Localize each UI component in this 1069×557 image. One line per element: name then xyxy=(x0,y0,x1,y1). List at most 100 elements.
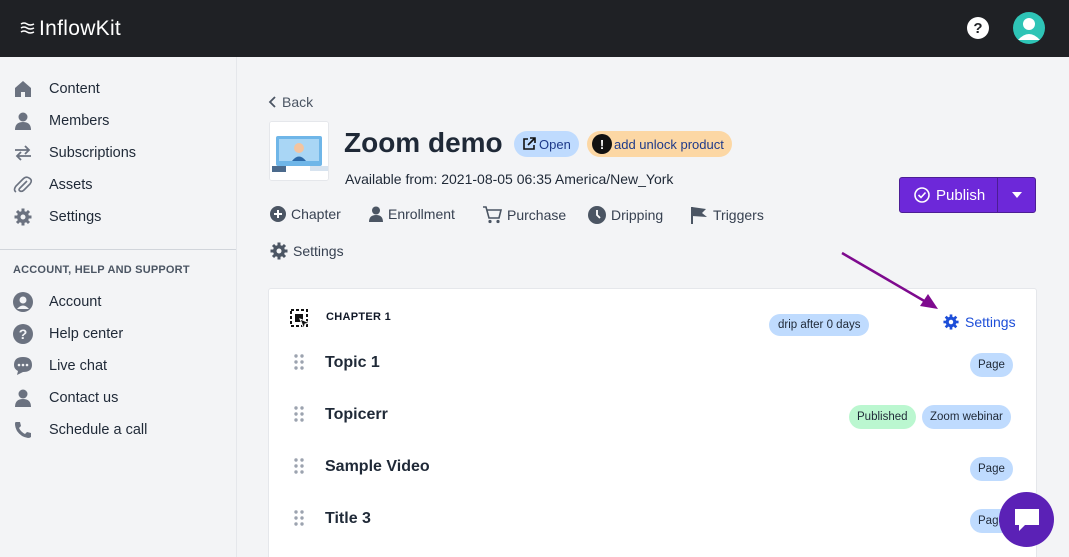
available-from-text: Available from: 2021-08-05 06:35 America… xyxy=(345,171,674,187)
status-badge: Published xyxy=(849,405,916,429)
user-avatar-icon[interactable] xyxy=(1013,12,1045,44)
tab-purchase[interactable]: Purchase xyxy=(482,206,566,224)
tab-label: Triggers xyxy=(713,207,764,223)
publish-split-button: Publish xyxy=(899,177,1036,213)
tab-label: Purchase xyxy=(507,207,567,223)
sidebar-item-content[interactable]: Content xyxy=(0,73,236,105)
sidebar-item-label: Account xyxy=(49,294,102,310)
publish-dropdown-toggle[interactable] xyxy=(998,192,1035,198)
topic-type-badge: Page xyxy=(970,353,1013,377)
publish-button[interactable]: Publish xyxy=(900,178,998,212)
list-item[interactable]: Sample Video Page xyxy=(269,457,1036,497)
tab-label: Dripping xyxy=(611,207,664,223)
plus-circle-icon xyxy=(270,206,286,222)
flag-icon xyxy=(691,207,707,224)
chapter-card: CHAPTER 1 drip after 0 days Settings Top… xyxy=(268,288,1037,557)
question-circle-icon: ? xyxy=(12,324,34,344)
external-link-icon xyxy=(523,137,536,150)
sidebar-item-contact-us[interactable]: Contact us xyxy=(0,382,236,414)
tab-enrollment[interactable]: Enrollment xyxy=(369,206,455,222)
chevron-left-icon xyxy=(268,96,276,108)
chat-icon xyxy=(1014,508,1039,531)
sidebar-item-live-chat[interactable]: Live chat xyxy=(0,350,236,382)
caret-down-icon xyxy=(1011,192,1022,198)
sidebar-item-label: Content xyxy=(49,81,100,97)
back-label: Back xyxy=(282,94,314,110)
page-title: Zoom demo xyxy=(344,127,503,158)
app-name: InflowKit xyxy=(39,16,122,40)
sidebar-item-subscriptions[interactable]: Subscriptions xyxy=(0,137,236,169)
topic-name: Topicerr xyxy=(325,406,388,423)
topic-type-badge: Page xyxy=(970,457,1013,481)
check-circle-icon xyxy=(914,187,930,203)
add-unlock-product-button[interactable]: ! add unlock product xyxy=(587,131,732,157)
sidebar-item-schedule-call[interactable]: Schedule a call xyxy=(0,414,236,446)
drip-badge: drip after 0 days xyxy=(769,314,870,336)
list-item[interactable]: Title 3 Page xyxy=(269,509,1036,549)
tab-label: Settings xyxy=(293,243,344,259)
open-button[interactable]: Open xyxy=(514,131,579,157)
sidebar-item-account[interactable]: Account xyxy=(0,286,236,318)
clock-icon xyxy=(588,206,606,224)
svg-text:?: ? xyxy=(19,326,28,342)
drag-handle-icon[interactable] xyxy=(293,405,305,423)
sidebar-item-label: Live chat xyxy=(49,358,108,374)
topic-type-badge: Zoom webinar xyxy=(922,405,1011,429)
sidebar-item-assets[interactable]: Assets xyxy=(0,169,236,201)
publish-label: Publish xyxy=(936,186,986,204)
chapter-label: CHAPTER 1 xyxy=(326,311,392,323)
waves-logo-icon xyxy=(20,21,35,34)
list-item[interactable]: Topic 1 Page xyxy=(269,353,1036,393)
open-label: Open xyxy=(539,136,571,152)
paperclip-icon xyxy=(12,175,34,195)
list-item[interactable]: Topicerr Published Zoom webinar xyxy=(269,405,1036,445)
sidebar-item-members[interactable]: Members xyxy=(0,105,236,137)
sidebar: Content Members Subscriptions Assets Set… xyxy=(0,57,237,557)
topic-name: Title 3 xyxy=(325,510,371,527)
sidebar-item-label: Assets xyxy=(49,177,93,193)
user-circle-icon xyxy=(12,292,34,312)
sidebar-item-label: Help center xyxy=(49,326,124,342)
back-link[interactable]: Back xyxy=(268,94,313,110)
phone-icon xyxy=(12,420,34,440)
live-chat-launcher[interactable] xyxy=(999,492,1054,547)
tab-label: Enrollment xyxy=(388,206,455,222)
user-icon xyxy=(12,111,34,131)
tab-label: Chapter xyxy=(291,206,341,222)
app-logo[interactable]: InflowKit xyxy=(20,17,121,41)
topic-name: Sample Video xyxy=(325,458,430,475)
chapter-settings-label: Settings xyxy=(965,314,1016,330)
top-bar: InflowKit ? xyxy=(0,0,1069,57)
home-icon xyxy=(12,79,34,99)
sidebar-item-label: Settings xyxy=(49,209,102,225)
chat-icon xyxy=(12,356,34,376)
sidebar-item-label: Contact us xyxy=(49,390,119,406)
drag-handle-icon[interactable] xyxy=(293,353,305,371)
help-icon[interactable]: ? xyxy=(967,17,989,39)
tab-settings[interactable]: Settings xyxy=(270,242,344,260)
sidebar-item-label: Subscriptions xyxy=(49,145,137,161)
tab-chapter[interactable]: Chapter xyxy=(270,206,341,222)
gear-icon xyxy=(270,242,288,260)
sidebar-item-help-center[interactable]: ? Help center xyxy=(0,318,236,350)
exclamation-icon: ! xyxy=(592,134,612,154)
chapter-drag-select-icon[interactable] xyxy=(290,309,312,331)
swap-arrows-icon xyxy=(12,143,34,163)
sidebar-item-label: Members xyxy=(49,113,110,129)
sidebar-section-title: ACCOUNT, HELP AND SUPPORT xyxy=(13,264,190,276)
tab-triggers[interactable]: Triggers xyxy=(690,206,764,224)
user-icon xyxy=(12,388,34,408)
course-thumbnail xyxy=(269,121,329,181)
sidebar-divider xyxy=(0,249,236,250)
sidebar-item-label: Schedule a call xyxy=(49,422,148,438)
chapter-settings-link[interactable]: Settings xyxy=(943,314,1016,330)
user-icon xyxy=(369,206,383,222)
gear-icon xyxy=(943,314,959,330)
drag-handle-icon[interactable] xyxy=(293,509,305,527)
drag-handle-icon[interactable] xyxy=(293,457,305,475)
tab-dripping[interactable]: Dripping xyxy=(588,206,663,224)
topic-name: Topic 1 xyxy=(325,354,380,371)
cart-icon xyxy=(483,206,502,224)
gear-icon xyxy=(12,207,34,227)
sidebar-item-settings[interactable]: Settings xyxy=(0,201,236,233)
